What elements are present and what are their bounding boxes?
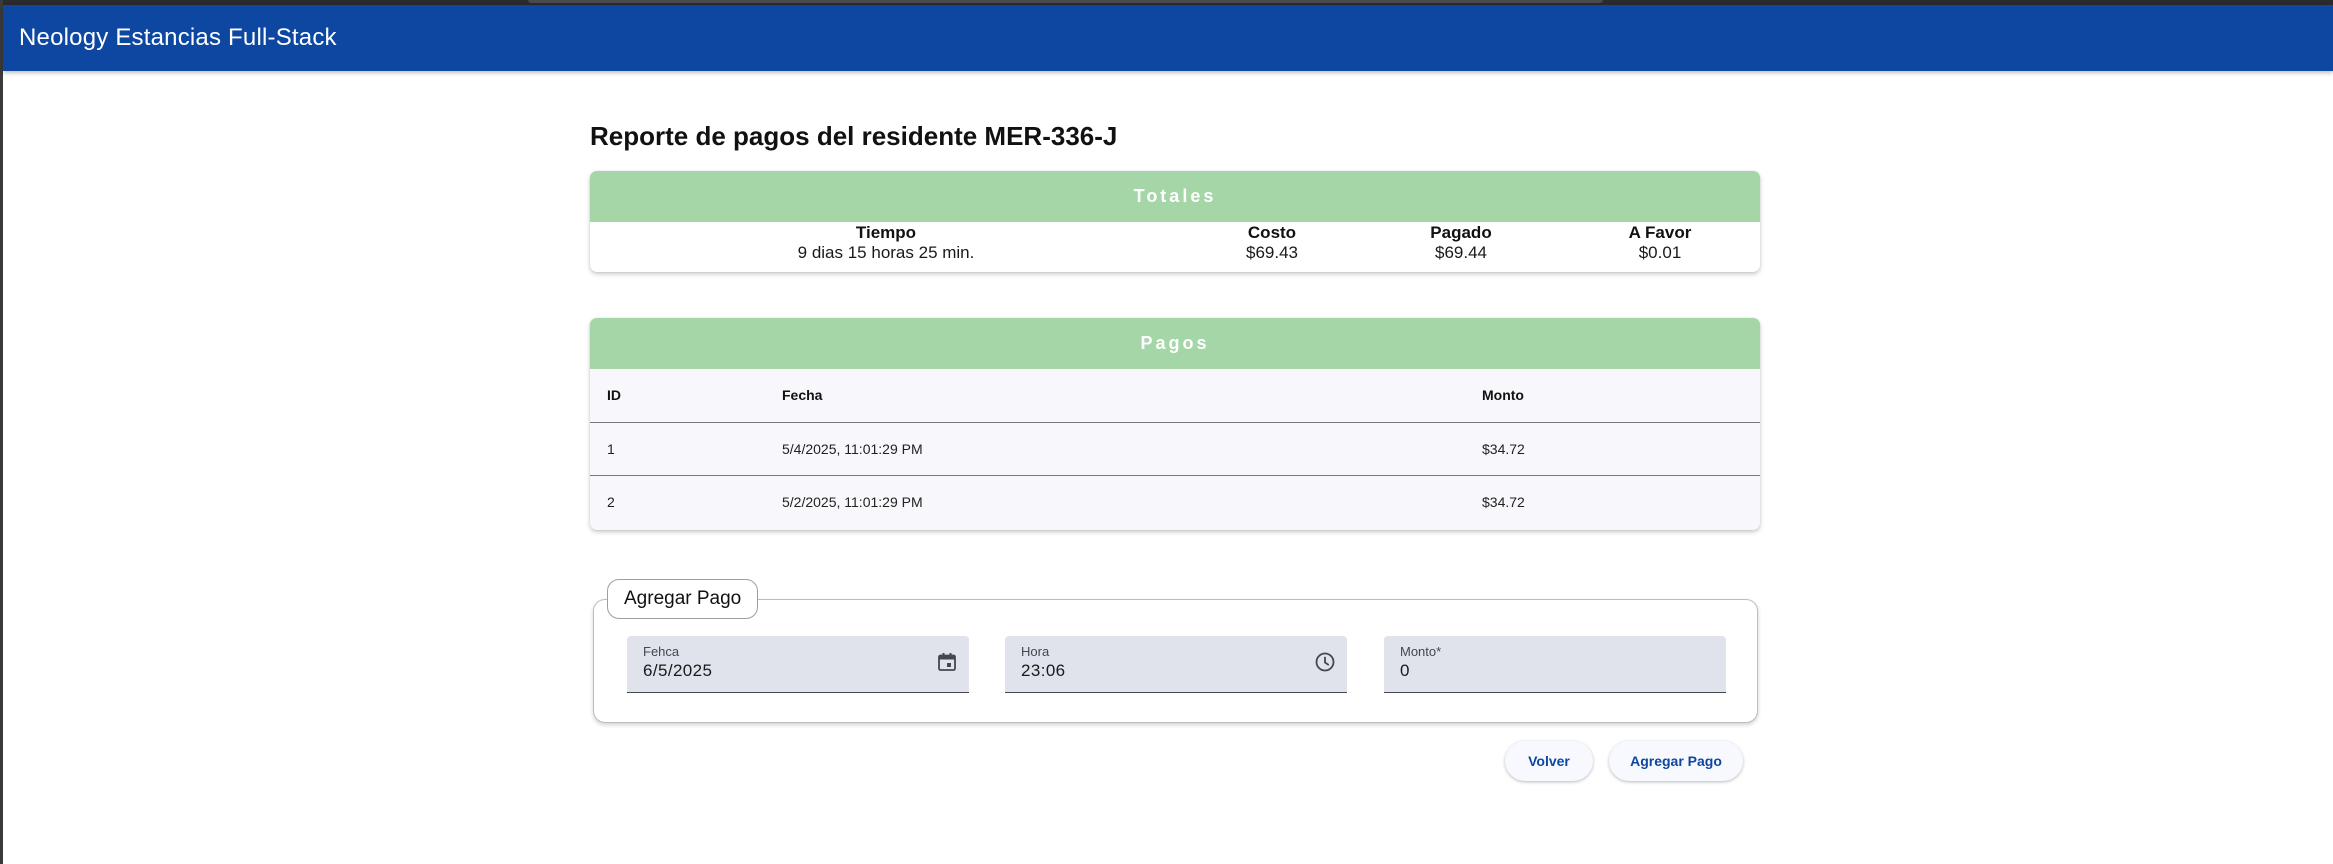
totales-costo-label: Costo — [1247, 223, 1297, 242]
agregar-pago-legend: Agregar Pago — [607, 579, 759, 619]
table-row[interactable]: 2 5/2/2025, 11:01:29 PM $34.72 — [590, 475, 1760, 528]
totales-grid: Tiempo 9 dias 15 horas 25 min. Costo $69… — [590, 222, 1760, 272]
volver-button[interactable]: Volver — [1505, 741, 1593, 781]
app-bar: Neology Estancias Full-Stack — [3, 5, 2333, 71]
cell-monto: $34.72 — [1482, 440, 1525, 457]
clock-icon[interactable] — [1313, 650, 1337, 674]
hora-label: Hora — [1021, 644, 1050, 659]
page: Neology Estancias Full-Stack Reporte de … — [0, 0, 2333, 864]
fecha-label: Fehca — [643, 644, 680, 659]
totales-costo-value: $69.43 — [1246, 243, 1298, 262]
totales-pagado: Pagado $69.44 — [1430, 223, 1491, 263]
hora-field[interactable]: Hora 23:06 — [1005, 636, 1347, 693]
agregar-pago-button[interactable]: Agregar Pago — [1609, 741, 1743, 781]
totales-pagado-label: Pagado — [1430, 223, 1492, 242]
totales-tiempo: Tiempo 9 dias 15 horas 25 min. — [798, 223, 975, 263]
column-header-monto[interactable]: Monto — [1465, 369, 1760, 422]
cell-fecha: 5/4/2025, 11:01:29 PM — [782, 440, 923, 457]
totales-a-favor: A Favor $0.01 — [1629, 223, 1692, 263]
table-row[interactable]: 1 5/4/2025, 11:01:29 PM $34.72 — [590, 422, 1760, 475]
pagos-card: Pagos ID Fecha Monto 1 5/4/2025, 11:01:2… — [590, 318, 1760, 530]
page-title: Reporte de pagos del residente MER-336-J — [590, 121, 1118, 151]
pagos-table: ID Fecha Monto 1 5/4/2025, 11:01:29 PM $… — [590, 369, 1760, 528]
pagos-header: Pagos — [590, 318, 1760, 369]
totales-costo: Costo $69.43 — [1246, 223, 1298, 263]
totales-pagado-value: $69.44 — [1435, 243, 1487, 262]
column-header-id[interactable]: ID — [590, 369, 765, 422]
totales-a-favor-value: $0.01 — [1638, 243, 1682, 262]
cell-id: 2 — [607, 493, 615, 510]
cell-fecha: 5/2/2025, 11:01:29 PM — [782, 493, 923, 510]
totales-card: Totales Tiempo 9 dias 15 horas 25 min. C… — [590, 171, 1760, 272]
monto-label: Monto* — [1400, 644, 1442, 659]
calendar-icon[interactable] — [935, 650, 959, 674]
hora-value[interactable]: 23:06 — [1021, 661, 1066, 681]
fecha-value[interactable]: 6/5/2025 — [643, 661, 712, 681]
monto-field[interactable]: Monto* 0 — [1384, 636, 1726, 693]
totales-tiempo-value: 9 dias 15 horas 25 min. — [797, 243, 975, 262]
cell-id: 1 — [607, 440, 615, 457]
browser-tab-hint — [528, 0, 1603, 3]
column-header-fecha[interactable]: Fecha — [765, 369, 1465, 422]
totales-tiempo-label: Tiempo — [855, 223, 917, 242]
totales-a-favor-label: A Favor — [1628, 223, 1692, 242]
table-header-row: ID Fecha Monto — [590, 369, 1760, 422]
cell-monto: $34.72 — [1482, 493, 1525, 510]
fecha-field[interactable]: Fehca 6/5/2025 — [627, 636, 969, 693]
totales-header: Totales — [590, 171, 1760, 222]
monto-value[interactable]: 0 — [1400, 661, 1410, 681]
app-title: Neology Estancias Full-Stack — [19, 24, 337, 51]
